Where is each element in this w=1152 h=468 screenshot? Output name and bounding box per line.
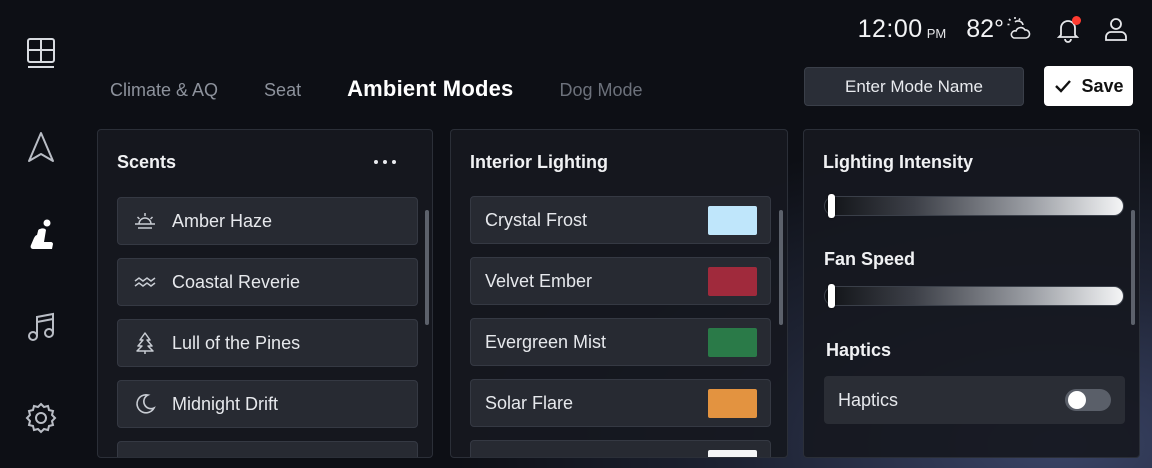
interior-lighting-panel: Interior Lighting Crystal Frost Velvet E… (450, 129, 788, 458)
scent-item-midnight-drift[interactable]: Midnight Drift (117, 380, 418, 428)
more-options-icon[interactable] (374, 152, 396, 172)
haptics-row: Haptics (824, 376, 1125, 424)
lighting-intensity-slider[interactable] (824, 194, 1124, 218)
controls-panel: Lighting Intensity Fan Speed Haptics Hap… (803, 129, 1140, 458)
color-swatch (708, 450, 757, 457)
navigation-icon[interactable] (20, 126, 62, 168)
lighting-label: Velvet Ember (485, 270, 593, 291)
tab-dog-mode[interactable]: Dog Mode (559, 80, 642, 101)
lighting-label: Evergreen Mist (485, 331, 607, 352)
haptics-label: Haptics (838, 389, 899, 410)
dashboard-icon[interactable] (20, 32, 62, 74)
scents-panel: Scents Amber Haze Coastal Reverie Lull o… (97, 129, 433, 458)
clock-time: 12:00 (857, 14, 923, 43)
lighting-item-partial[interactable] (470, 440, 771, 457)
lighting-item-velvet-ember[interactable]: Velvet Ember (470, 257, 771, 305)
sunrise-icon (132, 208, 158, 234)
scent-item-lull-of-the-pines[interactable]: Lull of the Pines (117, 319, 418, 367)
scents-title: Scents (117, 152, 177, 172)
slider-thumb[interactable] (828, 194, 835, 218)
tab-climate[interactable]: Climate & AQ (110, 80, 218, 101)
color-swatch (708, 206, 757, 235)
scent-item-coastal-reverie[interactable]: Coastal Reverie (117, 258, 418, 306)
partly-cloudy-icon (1007, 17, 1031, 39)
save-label: Save (1081, 75, 1124, 96)
notification-dot (1072, 16, 1081, 25)
color-swatch (708, 267, 757, 296)
outside-temperature: 82° (966, 14, 1004, 43)
clock-ampm: PM (926, 25, 947, 41)
haptics-toggle[interactable] (1065, 389, 1111, 411)
slider-thumb[interactable] (828, 284, 835, 308)
intensity-title: Lighting Intensity (823, 152, 973, 172)
waves-icon (132, 269, 158, 295)
settings-gear-icon[interactable] (20, 397, 62, 439)
lighting-label: Crystal Frost (485, 209, 588, 230)
controls-scrollbar[interactable] (1131, 210, 1135, 325)
fan-speed-title: Fan Speed (824, 249, 916, 269)
mode-name-input[interactable]: Enter Mode Name (804, 67, 1024, 106)
profile-icon[interactable] (1102, 15, 1130, 43)
scents-scrollbar[interactable] (425, 210, 429, 325)
scent-label: Lull of the Pines (172, 332, 301, 353)
lighting-title: Interior Lighting (470, 152, 608, 172)
notifications-bell-icon[interactable] (1054, 15, 1082, 43)
tab-ambient-modes[interactable]: Ambient Modes (347, 76, 513, 102)
save-button[interactable]: Save (1044, 66, 1133, 106)
lighting-label: Solar Flare (485, 392, 574, 413)
toggle-knob (1068, 391, 1086, 409)
haptics-section-title: Haptics (826, 340, 892, 360)
scent-item-partial[interactable] (117, 441, 418, 457)
color-swatch (708, 328, 757, 357)
scent-label: Coastal Reverie (172, 271, 301, 292)
checkmark-icon (1055, 80, 1072, 93)
lighting-scrollbar[interactable] (779, 210, 783, 325)
pine-tree-icon (132, 330, 158, 356)
lighting-item-solar-flare[interactable]: Solar Flare (470, 379, 771, 427)
status-bar: 12:00 PM 82° (858, 12, 1130, 46)
moon-icon (132, 391, 158, 417)
scent-label: Midnight Drift (172, 393, 279, 414)
lighting-item-evergreen-mist[interactable]: Evergreen Mist (470, 318, 771, 366)
scent-item-amber-haze[interactable]: Amber Haze (117, 197, 418, 245)
lighting-item-crystal-frost[interactable]: Crystal Frost (470, 196, 771, 244)
side-rail (0, 0, 82, 468)
tab-seat[interactable]: Seat (264, 80, 301, 101)
scent-label: Amber Haze (172, 210, 273, 231)
mode-tabs: Climate & AQ Seat Ambient Modes Dog Mode (110, 76, 689, 102)
seat-icon[interactable] (20, 214, 62, 256)
music-icon[interactable] (20, 306, 62, 348)
fan-speed-slider[interactable] (824, 284, 1124, 308)
color-swatch (708, 389, 757, 418)
